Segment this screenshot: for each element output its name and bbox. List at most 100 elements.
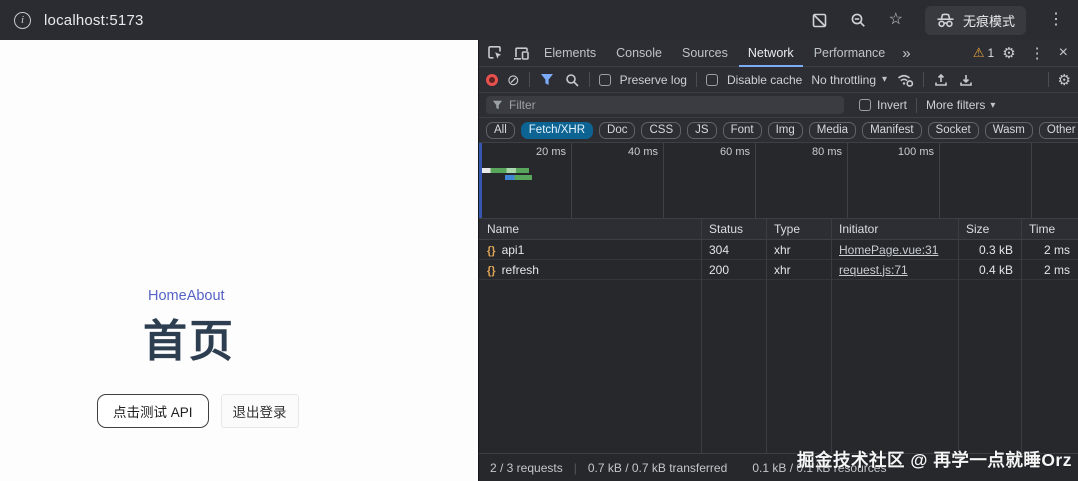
incognito-badge: 无痕模式 bbox=[925, 6, 1026, 35]
throttling-value: No throttling bbox=[811, 73, 876, 87]
col-header-time[interactable]: Time bbox=[1021, 222, 1078, 236]
chip-doc[interactable]: Doc bbox=[599, 122, 635, 139]
test-api-button[interactable]: 点击测试 API bbox=[97, 394, 209, 428]
more-filters-caret-icon: ▾ bbox=[990, 100, 995, 111]
request-status: 200 bbox=[701, 263, 766, 277]
waterfall-bar-1 bbox=[482, 168, 529, 173]
chip-wasm[interactable]: Wasm bbox=[985, 122, 1033, 139]
request-time: 2 ms bbox=[1021, 243, 1078, 257]
disable-cache-label[interactable]: Disable cache bbox=[727, 73, 802, 87]
chip-font[interactable]: Font bbox=[723, 122, 762, 139]
throttling-select[interactable]: No throttling ▾ bbox=[811, 73, 887, 87]
initiator-link[interactable]: HomePage.vue:31 bbox=[839, 243, 938, 257]
tick-100ms: 100 ms bbox=[898, 146, 939, 158]
tick-60ms: 60 ms bbox=[720, 146, 755, 158]
incognito-icon bbox=[936, 13, 955, 28]
bookmark-star-icon[interactable]: ☆ bbox=[889, 12, 903, 28]
export-har-icon[interactable] bbox=[958, 68, 974, 92]
disable-cache-checkbox[interactable] bbox=[706, 74, 718, 86]
tab-sources[interactable]: Sources bbox=[673, 40, 737, 67]
json-request-icon: {} bbox=[487, 245, 496, 257]
devtools-tabbar: Elements Console Sources Network Perform… bbox=[479, 40, 1078, 67]
chip-js[interactable]: JS bbox=[687, 122, 716, 139]
col-header-status[interactable]: Status bbox=[701, 222, 766, 236]
content-blocked-icon[interactable] bbox=[811, 12, 828, 29]
chip-socket[interactable]: Socket bbox=[928, 122, 979, 139]
table-row[interactable]: {}api1 304 xhr HomePage.vue:31 0.3 kB 2 … bbox=[479, 240, 1078, 260]
summary-requests: 2 / 3 requests bbox=[490, 461, 563, 475]
error-warning-badge[interactable]: ⚠ 1 bbox=[973, 45, 994, 61]
col-header-size[interactable]: Size bbox=[958, 222, 1021, 236]
filter-funnel-icon[interactable] bbox=[539, 68, 555, 92]
requests-table: Name Status Type Initiator Size Time {}a… bbox=[479, 219, 1078, 456]
invert-checkbox[interactable] bbox=[859, 99, 871, 111]
invert-label[interactable]: Invert bbox=[877, 98, 907, 112]
preserve-log-checkbox[interactable] bbox=[599, 74, 611, 86]
col-header-name[interactable]: Name bbox=[479, 222, 701, 236]
page-title: 首页 bbox=[143, 318, 235, 366]
request-type: xhr bbox=[766, 243, 831, 257]
chip-media[interactable]: Media bbox=[809, 122, 856, 139]
inspect-element-icon[interactable] bbox=[483, 41, 507, 65]
chip-fetch-xhr[interactable]: Fetch/XHR bbox=[521, 122, 593, 139]
url-text[interactable]: localhost:5173 bbox=[44, 12, 144, 29]
screen: i localhost:5173 ☆ bbox=[0, 0, 1078, 481]
network-overview-timeline[interactable]: 20 ms 40 ms 60 ms 80 ms 100 ms bbox=[479, 143, 1078, 219]
network-settings-icon[interactable]: ⚙ bbox=[1058, 71, 1071, 89]
preserve-log-label[interactable]: Preserve log bbox=[620, 73, 687, 87]
import-har-icon[interactable] bbox=[933, 68, 949, 92]
devtools-close-icon[interactable]: × bbox=[1053, 44, 1074, 62]
request-size: 0.3 kB bbox=[958, 243, 1021, 257]
chip-all[interactable]: All bbox=[486, 122, 515, 139]
nav-link-home[interactable]: Home bbox=[148, 288, 187, 304]
devtools-settings-icon[interactable]: ⚙ bbox=[996, 44, 1021, 62]
network-filter-row: Filter Invert More filters ▾ bbox=[479, 93, 1078, 118]
request-name: refresh bbox=[502, 263, 539, 277]
table-header-row: Name Status Type Initiator Size Time bbox=[479, 219, 1078, 240]
record-network-log-icon[interactable] bbox=[486, 74, 498, 86]
col-header-initiator[interactable]: Initiator bbox=[831, 222, 958, 236]
chip-manifest[interactable]: Manifest bbox=[862, 122, 921, 139]
tab-elements[interactable]: Elements bbox=[535, 40, 605, 67]
logout-button[interactable]: 退出登录 bbox=[221, 394, 299, 428]
waterfall-bar-2 bbox=[505, 175, 532, 180]
chip-css[interactable]: CSS bbox=[641, 122, 681, 139]
chip-other[interactable]: Other bbox=[1039, 122, 1078, 139]
site-info-icon[interactable]: i bbox=[14, 12, 31, 29]
network-conditions-icon[interactable] bbox=[896, 68, 914, 92]
request-size: 0.4 kB bbox=[958, 263, 1021, 277]
tab-performance[interactable]: Performance bbox=[805, 40, 895, 67]
zoom-out-icon[interactable] bbox=[850, 12, 867, 29]
network-toolbar: ⊘ Preserve log Disable cache No throttli… bbox=[479, 67, 1078, 93]
more-tabs-icon[interactable]: » bbox=[896, 45, 916, 62]
web-page: HomeAbout 首页 点击测试 API 退出登录 bbox=[0, 40, 478, 481]
tab-console[interactable]: Console bbox=[607, 40, 671, 67]
filter-placeholder: Filter bbox=[509, 98, 536, 112]
devtools-panel: Elements Console Sources Network Perform… bbox=[478, 40, 1078, 481]
device-toolbar-icon[interactable] bbox=[509, 41, 533, 65]
tick-20ms: 20 ms bbox=[536, 146, 571, 158]
filter-input-funnel-icon bbox=[492, 100, 503, 110]
nav-link-about[interactable]: About bbox=[187, 288, 225, 304]
more-filters-button[interactable]: More filters ▾ bbox=[926, 98, 995, 112]
search-network-icon[interactable] bbox=[564, 68, 580, 92]
request-status: 304 bbox=[701, 243, 766, 257]
tick-40ms: 40 ms bbox=[628, 146, 663, 158]
initiator-link[interactable]: request.js:71 bbox=[839, 263, 908, 277]
request-type: xhr bbox=[766, 263, 831, 277]
request-type-filters: All Fetch/XHR Doc CSS JS Font Img Media … bbox=[479, 118, 1078, 143]
table-row[interactable]: {}refresh 200 xhr request.js:71 0.4 kB 2… bbox=[479, 260, 1078, 280]
clear-network-log-icon[interactable]: ⊘ bbox=[507, 71, 520, 89]
filter-input[interactable]: Filter bbox=[486, 96, 844, 114]
browser-menu-icon[interactable]: ⋮ bbox=[1048, 12, 1064, 28]
summary-transferred: 0.7 kB / 0.7 kB transferred bbox=[588, 461, 727, 475]
throttling-caret-icon: ▾ bbox=[882, 74, 887, 85]
col-header-type[interactable]: Type bbox=[766, 222, 831, 236]
browser-address-bar: i localhost:5173 ☆ bbox=[0, 0, 1078, 40]
page-nav: HomeAbout bbox=[148, 288, 225, 304]
summary-resources: 0.1 kB / 0.1 kB resources bbox=[752, 461, 886, 475]
tab-network[interactable]: Network bbox=[739, 40, 803, 67]
devtools-menu-icon[interactable]: ⋮ bbox=[1024, 44, 1051, 62]
chip-img[interactable]: Img bbox=[768, 122, 803, 139]
more-filters-label: More filters bbox=[926, 98, 985, 112]
